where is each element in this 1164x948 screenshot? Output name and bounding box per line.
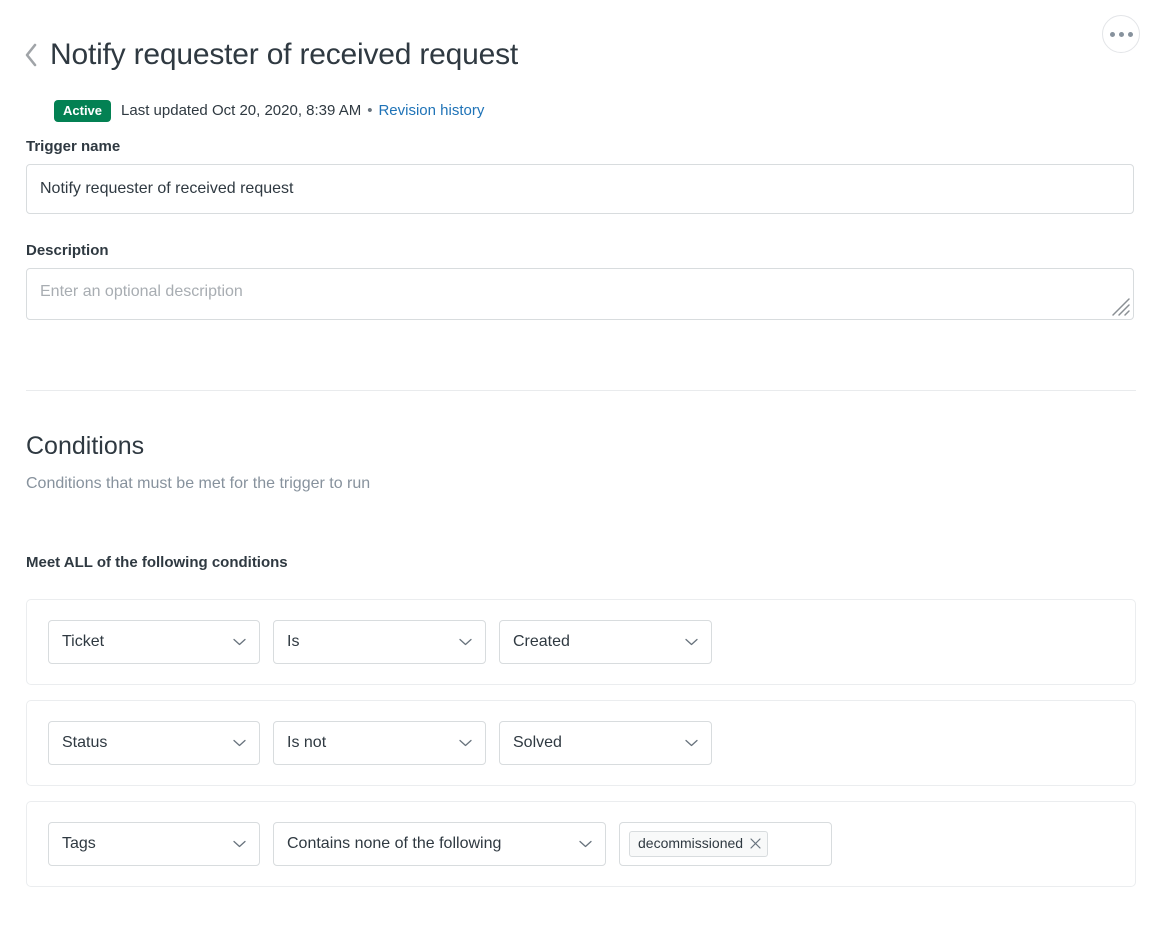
description-input[interactable] — [26, 268, 1134, 320]
page-title: Notify requester of received request — [50, 38, 519, 72]
description-textarea-wrap — [26, 268, 1134, 320]
conditions-subtitle: Conditions that must be met for the trig… — [26, 475, 371, 492]
tag-chip[interactable]: decommissioned — [629, 831, 769, 857]
chevron-left-icon[interactable] — [20, 38, 42, 72]
meta-row: Active Last updated Oct 20, 2020, 8:39 A… — [0, 100, 1164, 123]
conditions-title: Conditions — [26, 432, 145, 460]
condition-row: Status Is not Solved — [26, 700, 1136, 786]
title-row: Notify requester of received request — [0, 0, 1164, 94]
condition-operator-value: Is not — [287, 734, 327, 751]
condition-row: Ticket Is Created — [26, 599, 1136, 685]
chevron-down-icon — [459, 638, 472, 646]
chevron-down-icon — [233, 638, 246, 646]
form-area: Trigger name Description — [26, 138, 1136, 320]
conditions-section: Conditions Conditions that must be met f… — [26, 430, 1136, 902]
condition-field-select[interactable]: Tags — [48, 822, 260, 866]
ellipsis-dot — [1127, 31, 1133, 37]
trigger-name-input[interactable] — [26, 164, 1134, 214]
chevron-down-icon — [685, 638, 698, 646]
ellipsis-dot — [1118, 31, 1124, 37]
conditions-list: Ticket Is Created Status Is not Solved T… — [26, 599, 1136, 887]
condition-operator-select[interactable]: Is not — [273, 721, 486, 765]
description-field-group: Description — [26, 242, 1136, 320]
ellipsis-icon[interactable] — [1102, 15, 1140, 53]
last-updated-text: Last updated Oct 20, 2020, 8:39 AM — [121, 102, 362, 120]
condition-field-select[interactable]: Ticket — [48, 620, 260, 664]
trigger-editor-page: Notify requester of received request Act… — [0, 0, 1164, 948]
condition-field-value: Status — [62, 734, 108, 751]
condition-value-text: Solved — [513, 734, 562, 751]
condition-operator-value: Contains none of the following — [287, 835, 502, 852]
chevron-down-icon — [685, 739, 698, 747]
condition-tags-input[interactable]: decommissioned — [619, 822, 832, 866]
description-label: Description — [26, 242, 109, 259]
page-header: Notify requester of received request Act… — [0, 0, 1164, 123]
meta-separator: • — [367, 102, 373, 120]
condition-value-select[interactable]: Created — [499, 620, 712, 664]
section-divider — [26, 390, 1136, 391]
chevron-down-icon — [579, 840, 592, 848]
tag-chip-label: decommissioned — [638, 835, 744, 851]
condition-operator-select[interactable]: Contains none of the following — [273, 822, 606, 866]
condition-operator-value: Is — [287, 633, 300, 650]
condition-value-text: Created — [513, 633, 570, 650]
close-icon[interactable] — [750, 838, 761, 849]
trigger-name-label: Trigger name — [26, 138, 121, 155]
condition-operator-select[interactable]: Is — [273, 620, 486, 664]
chevron-down-icon — [459, 739, 472, 747]
revision-history-link[interactable]: Revision history — [378, 101, 484, 121]
condition-row: Tags Contains none of the following deco… — [26, 801, 1136, 887]
meet-all-label: Meet ALL of the following conditions — [26, 554, 288, 571]
chevron-down-icon — [233, 840, 246, 848]
condition-field-select[interactable]: Status — [48, 721, 260, 765]
ellipsis-dot — [1109, 31, 1115, 37]
chevron-down-icon — [233, 739, 246, 747]
condition-field-value: Tags — [62, 835, 96, 852]
condition-field-value: Ticket — [62, 633, 105, 650]
condition-value-select[interactable]: Solved — [499, 721, 712, 765]
trigger-name-field-group: Trigger name — [26, 138, 1136, 214]
status-badge: Active — [54, 100, 112, 123]
